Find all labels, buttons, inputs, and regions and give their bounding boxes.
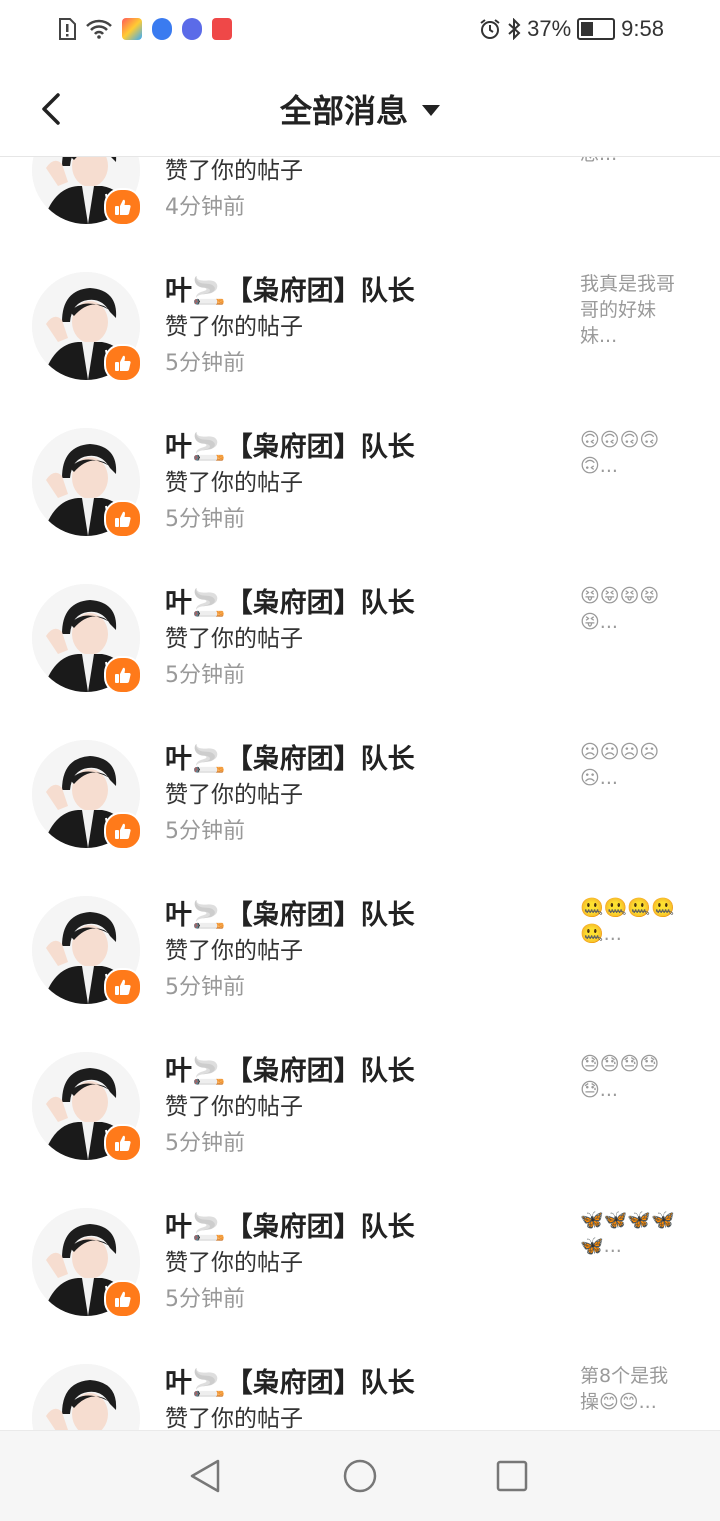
action-text: 赞了你的帖子 — [165, 314, 303, 340]
action-text: 赞了你的帖子 — [165, 470, 303, 496]
post-snippet[interactable]: 🦋🦋🦋🦋🦋... — [580, 1207, 686, 1259]
timestamp: 5分钟前 — [165, 507, 245, 532]
thumbs-up-icon — [115, 511, 131, 527]
action-text: 赞了你的帖子 — [165, 1250, 303, 1276]
post-snippet[interactable]: 第8个是我操😊😊... — [580, 1363, 686, 1415]
action-text: 赞了你的帖子 — [165, 1094, 303, 1120]
battery-percent: 37% — [527, 16, 572, 41]
action-text: 赞了你的帖子 — [165, 782, 303, 808]
message-item[interactable]: 叶🚬【枭府团】队长 赞了你的帖子 5分钟前 😝😝😝😝😝... — [0, 569, 720, 725]
user-name-text: 叶🚬【枭府团】队长 — [165, 1368, 415, 1399]
like-badge — [104, 1280, 142, 1318]
thumbs-up-icon — [115, 1291, 131, 1307]
thumbs-up-icon — [115, 823, 131, 839]
timestamp: 4分钟前 — [165, 195, 245, 220]
nav-recents-icon — [496, 1460, 528, 1492]
user-name-text: 叶🚬【枭府团】队长 — [165, 1212, 415, 1243]
status-icons-right: 37% 9:58 — [479, 16, 664, 42]
message-item[interactable]: 赞了你的帖子 4分钟前 是，为朋友想... — [0, 157, 720, 257]
thumbs-up-icon — [115, 199, 131, 215]
message-item[interactable]: 叶🚬【枭府团】队长 赞了你的帖子 5分钟前 😓😓😓😓😓... — [0, 1037, 720, 1193]
message-item[interactable]: 叶🚬【枭府团】队长 赞了你的帖子 5分钟前 ☹☹☹☹☹... — [0, 725, 720, 881]
app-icon-colorful — [122, 18, 142, 40]
message-item[interactable]: 叶🚬【枭府团】队长 赞了你的帖子 5分钟前 我真是我哥哥的好妹妹... — [0, 257, 720, 413]
nav-recents-button[interactable] — [492, 1456, 532, 1496]
like-badge — [104, 188, 142, 226]
timestamp: 5分钟前 — [165, 1287, 245, 1312]
thumbs-up-icon — [115, 979, 131, 995]
timestamp: 5分钟前 — [165, 663, 245, 688]
action-text: 赞了你的帖子 — [165, 626, 303, 652]
bluetooth-icon — [508, 18, 521, 40]
timestamp: 5分钟前 — [165, 819, 245, 844]
timestamp: 5分钟前 — [165, 975, 245, 1000]
nav-home-button[interactable] — [340, 1456, 380, 1496]
system-nav-bar — [0, 1430, 720, 1521]
thumbs-up-icon — [115, 355, 131, 371]
post-snippet[interactable]: 我真是我哥哥的好妹妹... — [580, 271, 686, 349]
nav-back-icon — [190, 1459, 220, 1493]
user-name[interactable]: 叶🚬【枭府团】队长 — [165, 1361, 415, 1400]
post-snippet[interactable]: 😓😓😓😓😓... — [580, 1051, 686, 1103]
message-item[interactable]: 叶🚬【枭府团】队长 赞了你的帖子 第8个是我操😊😊... — [0, 1349, 720, 1430]
avatar[interactable] — [32, 1364, 140, 1430]
post-snippet[interactable]: 是，为朋友想... — [580, 157, 686, 167]
sim-alert-icon — [59, 18, 76, 40]
post-snippet[interactable]: 😝😝😝😝😝... — [580, 583, 686, 635]
like-badge — [104, 500, 142, 538]
user-name[interactable]: 叶🚬【枭府团】队长 — [165, 1205, 415, 1244]
user-name-text: 叶🚬【枭府团】队长 — [165, 276, 415, 307]
message-list[interactable]: 赞了你的帖子 4分钟前 是，为朋友想... — [0, 157, 720, 1430]
alarm-icon — [480, 19, 500, 39]
timestamp: 5分钟前 — [165, 1131, 245, 1156]
user-name-text: 叶🚬【枭府团】队长 — [165, 744, 415, 775]
user-name[interactable]: 叶🚬【枭府团】队长 — [165, 737, 415, 776]
music-icon — [182, 18, 202, 40]
header: 全部消息 — [0, 62, 720, 157]
user-name[interactable]: 叶🚬【枭府团】队长 — [165, 1049, 415, 1088]
nav-back-button[interactable] — [185, 1456, 225, 1496]
caret-down-icon — [422, 104, 440, 116]
user-name[interactable]: 叶🚬【枭府团】队长 — [165, 893, 415, 932]
like-badge — [104, 344, 142, 382]
user-name[interactable]: 叶🚬【枭府团】队长 — [165, 269, 415, 308]
like-badge — [104, 968, 142, 1006]
timestamp: 5分钟前 — [165, 351, 245, 376]
app-icon-red — [212, 18, 232, 40]
app-icon-blue — [152, 18, 172, 40]
like-badge — [104, 656, 142, 694]
clock-time: 9:58 — [621, 16, 664, 41]
message-item[interactable]: 叶🚬【枭府团】队长 赞了你的帖子 5分钟前 🦋🦋🦋🦋🦋... — [0, 1193, 720, 1349]
thumbs-up-icon — [115, 1135, 131, 1151]
battery-icon — [577, 18, 616, 40]
page-title: 全部消息 — [279, 92, 408, 130]
wifi-icon — [86, 19, 112, 39]
message-item[interactable]: 叶🚬【枭府团】队长 赞了你的帖子 5分钟前 🤐🤐🤐🤐🤐... — [0, 881, 720, 1037]
status-bar: 37% 9:58 — [0, 0, 720, 62]
nav-home-icon — [343, 1459, 377, 1493]
title-dropdown[interactable]: 全部消息 — [0, 62, 720, 156]
like-badge — [104, 1124, 142, 1162]
thumbs-up-icon — [115, 667, 131, 683]
message-item[interactable]: 叶🚬【枭府团】队长 赞了你的帖子 5分钟前 🙃🙃🙃🙃🙃... — [0, 413, 720, 569]
action-text: 赞了你的帖子 — [165, 938, 303, 964]
action-text: 赞了你的帖子 — [165, 1406, 303, 1430]
post-snippet[interactable]: ☹☹☹☹☹... — [580, 739, 686, 791]
avatar-image — [32, 1364, 140, 1430]
user-name-text: 叶🚬【枭府团】队长 — [165, 1056, 415, 1087]
user-name-text: 叶🚬【枭府团】队长 — [165, 588, 415, 619]
like-badge — [104, 812, 142, 850]
user-name-text: 叶🚬【枭府团】队长 — [165, 432, 415, 463]
post-snippet[interactable]: 🙃🙃🙃🙃🙃... — [580, 427, 686, 479]
user-name[interactable]: 叶🚬【枭府团】队长 — [165, 425, 415, 464]
post-snippet[interactable]: 🤐🤐🤐🤐🤐... — [580, 895, 686, 947]
user-name-text: 叶🚬【枭府团】队长 — [165, 900, 415, 931]
action-text: 赞了你的帖子 — [165, 158, 303, 184]
user-name[interactable]: 叶🚬【枭府团】队长 — [165, 581, 415, 620]
status-icons-left — [58, 18, 232, 40]
